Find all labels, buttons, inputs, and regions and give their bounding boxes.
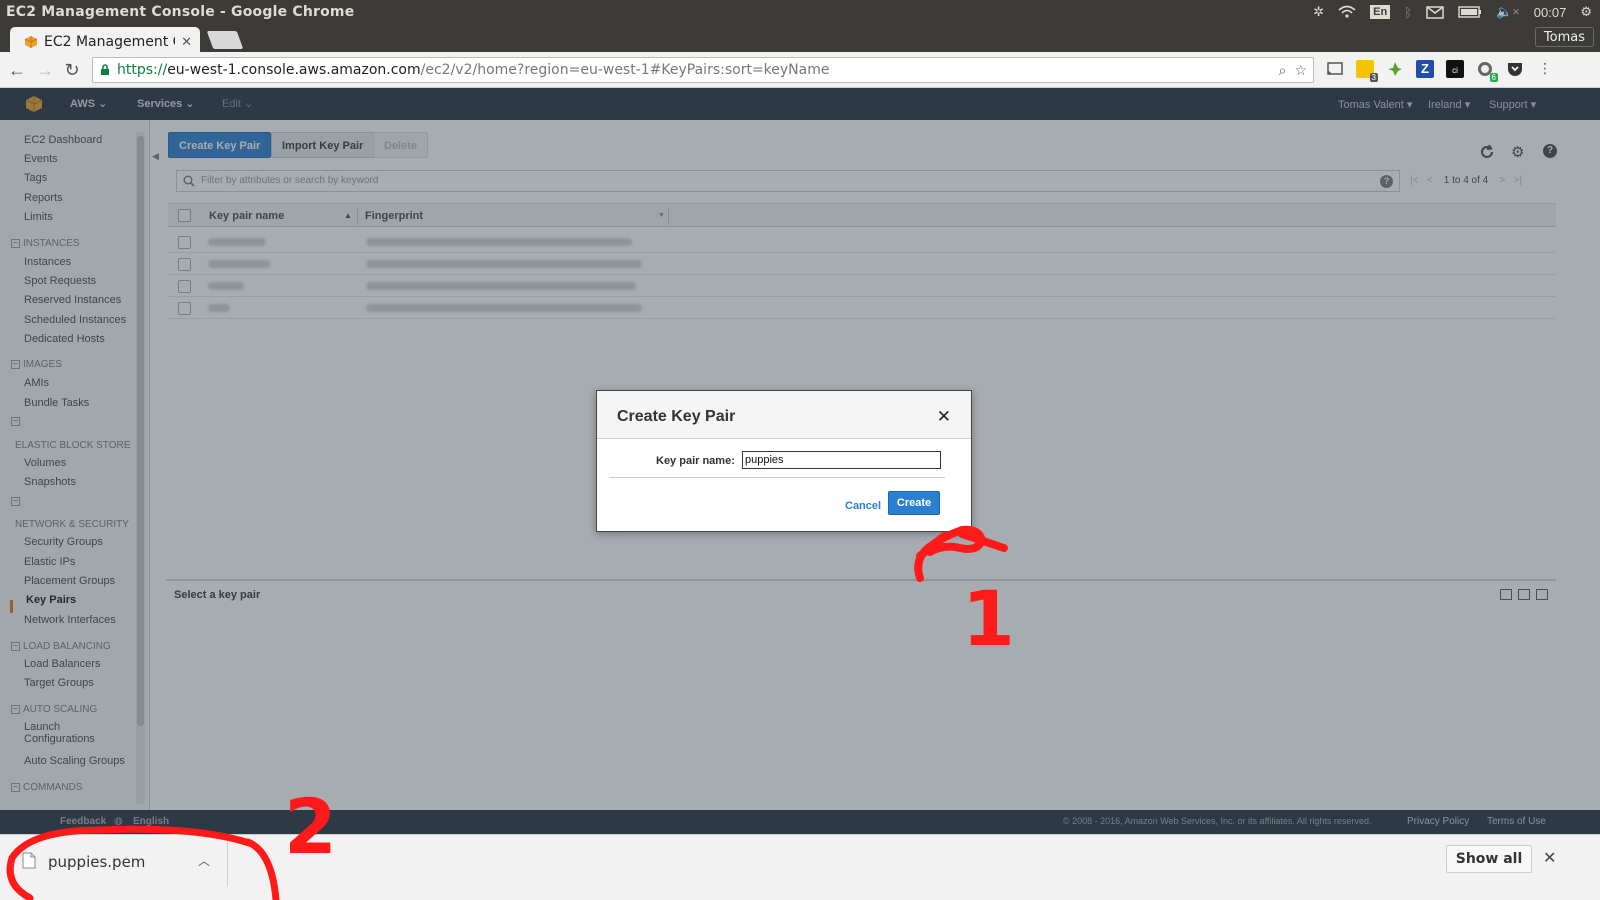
- clock[interactable]: 00:07: [1534, 5, 1567, 20]
- green-puzzle-extension-icon[interactable]: [1386, 60, 1404, 78]
- bluetooth-icon[interactable]: ᛒ: [1404, 5, 1412, 20]
- downloads-shelf: puppies.pem ︿ Show all ✕: [0, 834, 1600, 900]
- wifi-icon[interactable]: [1338, 5, 1356, 19]
- battery-icon[interactable]: [1458, 6, 1482, 18]
- mail-icon[interactable]: [1426, 5, 1444, 19]
- url-host: eu-west-1.console.aws.amazon.com: [167, 62, 421, 78]
- forward-arrow-icon[interactable]: →: [36, 61, 54, 79]
- url-text: https://eu-west-1.console.aws.amazon.com…: [117, 62, 829, 78]
- lock-icon: [100, 64, 110, 76]
- tab-close-icon[interactable]: ✕: [181, 34, 192, 50]
- key-pair-name-input[interactable]: [742, 451, 941, 469]
- chevron-up-icon[interactable]: ︿: [198, 852, 210, 869]
- new-tab-button[interactable]: [206, 31, 244, 49]
- window-title: EC2 Management Console - Google Chrome: [6, 4, 355, 20]
- extension-badge: 3: [1369, 73, 1378, 82]
- volume-muted-icon[interactable]: 🔈×: [1496, 4, 1520, 20]
- reload-icon[interactable]: ↻: [63, 61, 81, 79]
- url-scheme: https://: [117, 62, 168, 78]
- file-icon: [22, 852, 36, 869]
- cancel-button[interactable]: Cancel: [845, 500, 881, 512]
- aws-favicon-icon: [24, 35, 38, 49]
- browser-tab[interactable]: EC2 Management C ✕: [10, 27, 200, 52]
- os-top-bar: EC2 Management Console - Google Chrome ✲…: [0, 0, 1600, 24]
- pocket-extension-icon[interactable]: [1506, 60, 1524, 78]
- ci-extension-icon[interactable]: ci: [1446, 60, 1464, 78]
- globe-extension-icon[interactable]: 6: [1476, 60, 1498, 82]
- zotero-extension-icon[interactable]: Z: [1416, 60, 1434, 78]
- sticky-notes-extension-icon[interactable]: 3: [1356, 60, 1378, 82]
- download-file-name: puppies.pem: [48, 853, 146, 871]
- system-tray: ✲ En ᛒ 🔈× 00:07 ⚙: [1313, 0, 1600, 24]
- create-button[interactable]: Create: [888, 491, 940, 515]
- power-gear-icon[interactable]: ⚙: [1580, 4, 1592, 20]
- create-key-pair-dialog: Create Key Pair ✕ Key pair name: Cancel …: [596, 390, 972, 532]
- settings-gear-tray-icon[interactable]: ✲: [1313, 4, 1324, 20]
- close-icon[interactable]: ✕: [937, 407, 951, 427]
- download-item[interactable]: puppies.pem ︿: [0, 835, 228, 887]
- extension-badge: 6: [1489, 73, 1498, 82]
- bookmark-star-icon[interactable]: ☆: [1294, 62, 1307, 79]
- url-path: /ec2/v2/home?region=eu-west-1#KeyPairs:s…: [420, 62, 830, 78]
- close-shelf-icon[interactable]: ✕: [1543, 848, 1556, 868]
- address-bar[interactable]: https://eu-west-1.console.aws.amazon.com…: [92, 57, 1314, 83]
- browser-toolbar: ← → ↻ https://eu-west-1.console.aws.amaz…: [0, 52, 1600, 88]
- browser-tab-strip: EC2 Management C ✕ Tomas: [0, 24, 1600, 52]
- chrome-menu-icon[interactable]: ⋮: [1536, 60, 1554, 78]
- cast-icon[interactable]: [1326, 60, 1344, 78]
- back-arrow-icon[interactable]: ←: [8, 61, 26, 79]
- extension-icons: 3 Z ci 6 ⋮: [1326, 60, 1554, 82]
- key-pair-name-label: Key pair name:: [656, 455, 735, 467]
- zoom-icon[interactable]: ⌕: [1279, 62, 1287, 79]
- show-all-downloads-button[interactable]: Show all: [1446, 845, 1532, 873]
- dialog-divider: [609, 477, 945, 478]
- dialog-title: Create Key Pair: [617, 408, 736, 425]
- tab-title: EC2 Management C: [44, 33, 176, 50]
- profile-button[interactable]: Tomas: [1534, 27, 1594, 47]
- keyboard-layout-indicator[interactable]: En: [1370, 5, 1391, 19]
